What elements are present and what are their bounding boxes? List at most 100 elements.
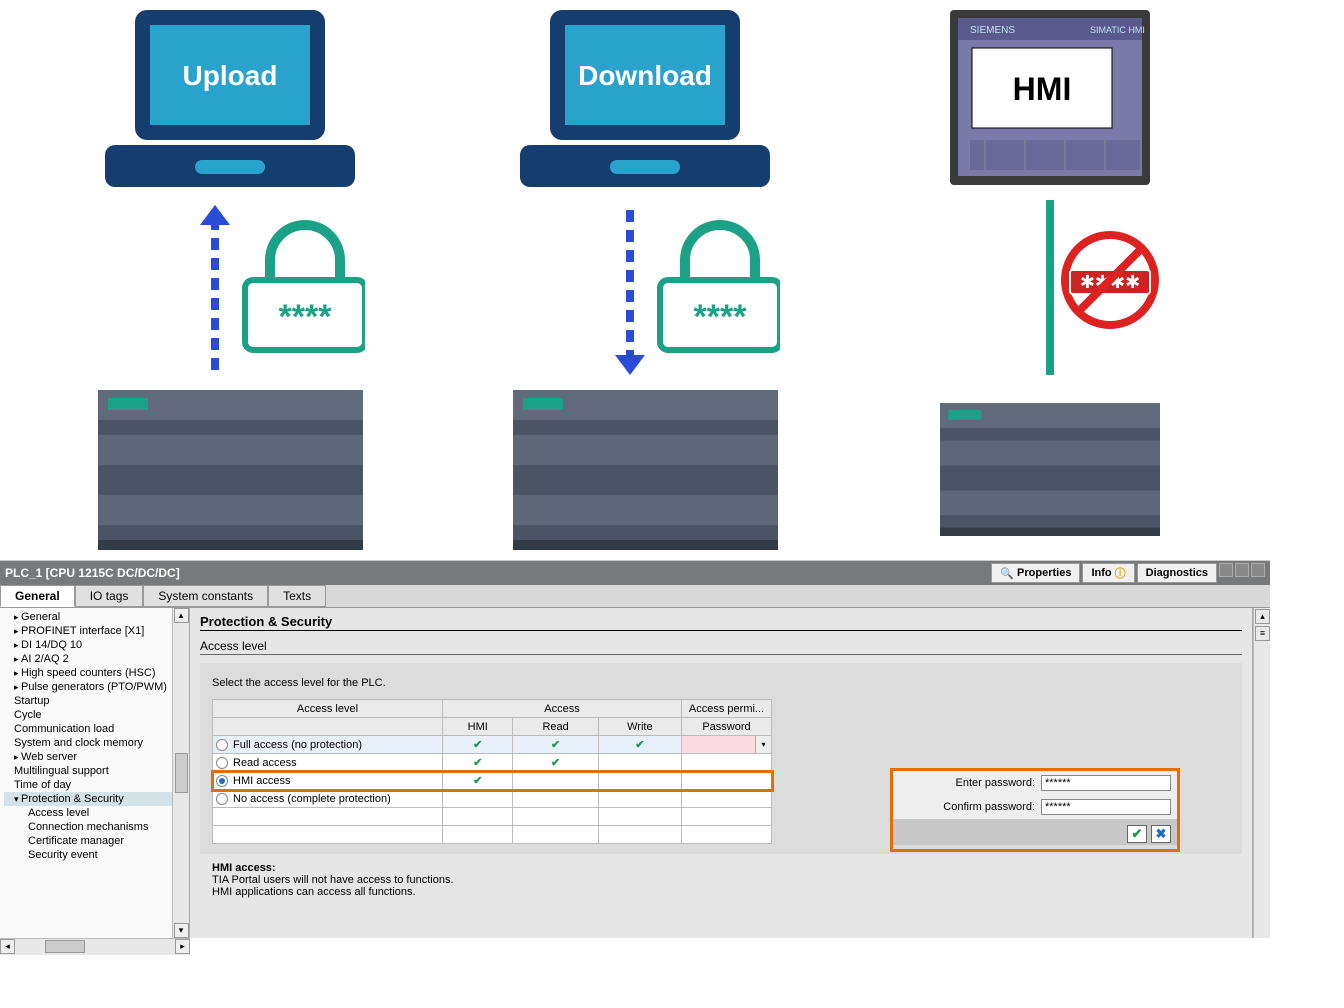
- diagram-col-upload: Upload ****: [95, 0, 365, 555]
- tab-strip: General IO tags System constants Texts: [0, 585, 1270, 608]
- radio-full-access[interactable]: [216, 739, 228, 751]
- confirm-button[interactable]: ✔: [1127, 825, 1147, 843]
- hmi-no-password-icon: ✱✱✱✱: [940, 200, 1160, 380]
- col-subheader: Password: [682, 718, 772, 736]
- nav-item[interactable]: Communication load: [4, 722, 172, 736]
- window-control-icon[interactable]: [1251, 563, 1265, 577]
- nav-item[interactable]: Certificate manager: [4, 834, 172, 848]
- nav-item[interactable]: General: [4, 610, 172, 624]
- diagram-col-download: Download ****: [510, 0, 780, 555]
- access-level-table: Access level Access Access permi... HMI …: [212, 699, 772, 844]
- desc-line: HMI applications can access all function…: [212, 886, 416, 898]
- nav-item-protection-security[interactable]: Protection & Security: [4, 792, 172, 806]
- tab-io-tags[interactable]: IO tags: [75, 585, 144, 607]
- radio-read-access[interactable]: [216, 757, 228, 769]
- scroll-marker-icon[interactable]: ≡: [1255, 626, 1270, 641]
- diagnostics-tab-button[interactable]: Diagnostics: [1137, 563, 1217, 583]
- check-icon: ✔: [598, 736, 681, 754]
- scroll-right-icon[interactable]: ▸: [175, 939, 190, 954]
- main-vscrollbar[interactable]: ▴ ≡: [1253, 608, 1270, 938]
- enter-password-label: Enter password:: [956, 777, 1035, 789]
- plc-device-icon: [940, 380, 1160, 555]
- confirm-password-field[interactable]: [1041, 799, 1171, 815]
- col-subheader: HMI: [443, 718, 513, 736]
- nav-item[interactable]: DI 14/DQ 10: [4, 638, 172, 652]
- nav-item[interactable]: Pulse generators (PTO/PWM): [4, 680, 172, 694]
- window-control-icon[interactable]: [1219, 563, 1233, 577]
- check-icon: ✔: [513, 736, 598, 754]
- nav-item[interactable]: Web server: [4, 750, 172, 764]
- tab-system-constants[interactable]: System constants: [143, 585, 268, 607]
- tia-properties-panel: PLC_1 [CPU 1215C DC/DC/DC] 🔍Properties I…: [0, 560, 1270, 955]
- download-arrow-lock-icon: ****: [510, 200, 780, 380]
- tab-general[interactable]: General: [0, 585, 75, 607]
- nav-item[interactable]: Multilingual support: [4, 764, 172, 778]
- info-tab-button[interactable]: Info ⓘ: [1082, 563, 1134, 583]
- scroll-down-icon[interactable]: ▾: [174, 923, 189, 938]
- window-control-icon[interactable]: [1235, 563, 1249, 577]
- prompt-text: Select the access level for the PLC.: [212, 677, 1242, 689]
- check-icon: ✔: [513, 754, 598, 772]
- radio-hmi-access[interactable]: [216, 775, 228, 787]
- scroll-up-icon[interactable]: ▴: [1255, 609, 1270, 624]
- plc-device-icon: [513, 380, 778, 555]
- password-popup: Enter password: Confirm password: ✔ ✖: [890, 768, 1180, 852]
- cancel-button[interactable]: ✖: [1151, 825, 1171, 843]
- nav-item[interactable]: High speed counters (HSC): [4, 666, 172, 680]
- plc-device-icon: [98, 380, 363, 555]
- col-header: Access level: [213, 700, 443, 718]
- laptop-download-label: Download: [578, 60, 712, 91]
- hmi-label: HMI: [1013, 71, 1072, 107]
- nav-tree[interactable]: General PROFINET interface [X1] DI 14/DQ…: [0, 608, 172, 938]
- nav-hscrollbar[interactable]: ◂ ▸: [0, 938, 190, 955]
- nav-item[interactable]: Time of day: [4, 778, 172, 792]
- nav-item[interactable]: Startup: [4, 694, 172, 708]
- nav-item[interactable]: System and clock memory: [4, 736, 172, 750]
- nav-item[interactable]: Connection mechanisms: [4, 820, 172, 834]
- confirm-password-label: Confirm password:: [943, 801, 1035, 813]
- device-title: PLC_1 [CPU 1215C DC/DC/DC]: [5, 566, 180, 580]
- table-row[interactable]: No access (complete protection): [213, 790, 772, 808]
- svg-text:SIEMENS: SIEMENS: [970, 25, 1015, 36]
- nav-item[interactable]: Cycle: [4, 708, 172, 722]
- table-row[interactable]: Read access ✔ ✔: [213, 754, 772, 772]
- scroll-thumb[interactable]: [175, 753, 188, 793]
- table-row-hmi-selected[interactable]: HMI access ✔: [213, 772, 772, 790]
- laptop-upload-label: Upload: [183, 60, 278, 91]
- table-row: [213, 808, 772, 826]
- col-subheader: Read: [513, 718, 598, 736]
- hmi-panel-icon: SIEMENS SIMATIC HMI HMI: [940, 0, 1160, 200]
- nav-item[interactable]: Access level: [4, 806, 172, 820]
- tab-texts[interactable]: Texts: [268, 585, 326, 607]
- table-row[interactable]: Full access (no protection) ✔ ✔ ✔ ▾: [213, 736, 772, 754]
- scroll-thumb[interactable]: [45, 940, 85, 953]
- col-header: Access: [443, 700, 682, 718]
- svg-text:****: ****: [279, 298, 333, 336]
- section-header: Protection & Security: [200, 614, 1242, 631]
- radio-no-access[interactable]: [216, 793, 228, 805]
- main-content: Protection & Security Access level Selec…: [190, 608, 1253, 938]
- laptop-upload-icon: Upload: [95, 0, 365, 200]
- nav-column: General PROFINET interface [X1] DI 14/DQ…: [0, 608, 190, 938]
- enter-password-field[interactable]: [1041, 775, 1171, 791]
- properties-tab-button[interactable]: 🔍Properties: [991, 563, 1080, 583]
- access-description: HMI access: TIA Portal users will not ha…: [212, 862, 1242, 898]
- table-row: [213, 826, 772, 844]
- check-icon: ✔: [443, 772, 513, 790]
- col-header: Access permi...: [682, 700, 772, 718]
- nav-item[interactable]: AI 2/AQ 2: [4, 652, 172, 666]
- dropdown-icon[interactable]: ▾: [755, 736, 771, 753]
- desc-title: HMI access:: [212, 862, 276, 874]
- nav-item[interactable]: Security event: [4, 848, 172, 862]
- nav-item[interactable]: PROFINET interface [X1]: [4, 624, 172, 638]
- check-icon: ✔: [443, 736, 513, 754]
- info-icon: ⓘ: [1115, 565, 1126, 581]
- svg-text:****: ****: [694, 298, 748, 336]
- diagram-col-hmi: SIEMENS SIMATIC HMI HMI ✱✱✱✱: [940, 0, 1160, 555]
- nav-vscrollbar[interactable]: ▴ ▾: [172, 608, 189, 938]
- password-cell[interactable]: ▾: [682, 736, 772, 754]
- titlebar: PLC_1 [CPU 1215C DC/DC/DC] 🔍Properties I…: [0, 560, 1270, 585]
- diagram-area: Upload **** Download: [0, 0, 1344, 560]
- scroll-up-icon[interactable]: ▴: [174, 608, 189, 623]
- scroll-left-icon[interactable]: ◂: [0, 939, 15, 954]
